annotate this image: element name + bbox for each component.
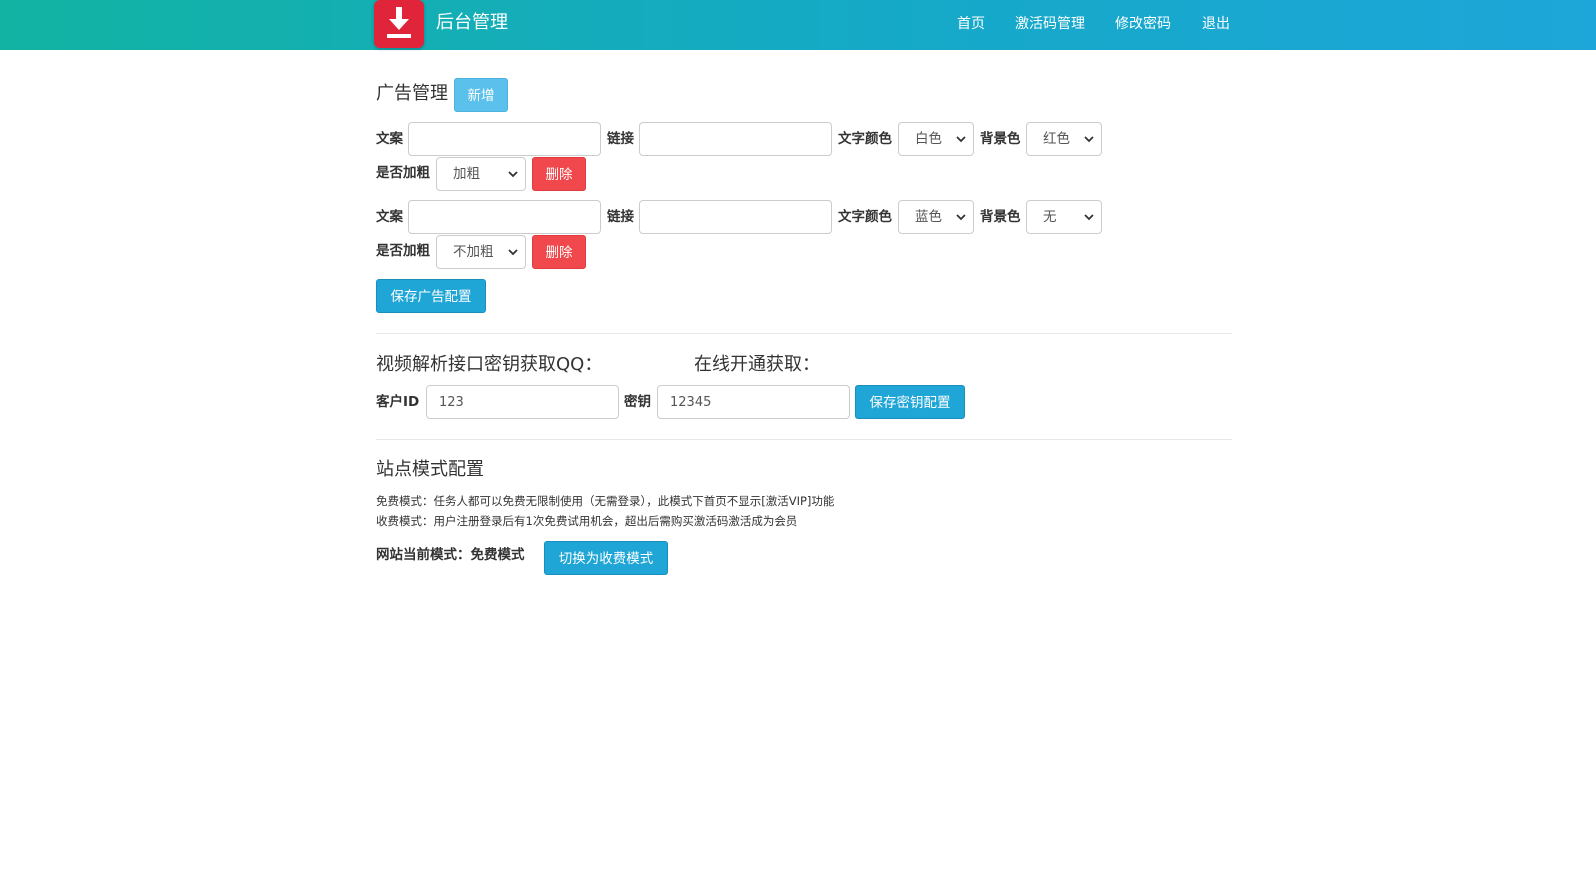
brand-title: 后台管理 — [436, 12, 508, 33]
ad-text-label: 文案 — [376, 209, 403, 225]
nav-change-password[interactable]: 修改密码 — [1115, 15, 1171, 33]
ad-bg-color-select[interactable]: 无 — [1026, 200, 1102, 234]
selected-value: 不加粗 — [453, 244, 494, 260]
key-input[interactable] — [657, 385, 850, 419]
ad-bold-label: 是否加粗 — [376, 165, 430, 181]
ads-section-title: 广告管理 — [376, 83, 448, 104]
current-mode-label: 网站当前模式：免费模式 — [376, 547, 525, 563]
ad-text-input[interactable] — [408, 200, 601, 234]
api-qq-title: 视频解析接口密钥获取QQ： — [376, 354, 603, 375]
chevron-down-icon — [956, 214, 966, 221]
logo[interactable] — [374, 0, 424, 48]
ad-bg-color-label: 背景色 — [980, 131, 1021, 147]
section-divider — [376, 333, 1232, 334]
ad-link-input[interactable] — [639, 200, 832, 234]
paid-mode-description: 收费模式：用户注册登录后有1次免费试用机会，超出后需购买激活码激活成为会员 — [376, 514, 798, 528]
chevron-down-icon — [1084, 214, 1094, 221]
nav-activation-codes[interactable]: 激活码管理 — [1015, 15, 1085, 33]
chevron-down-icon — [1084, 136, 1094, 143]
ad-bold-select[interactable]: 加粗 — [436, 157, 526, 191]
ad-bg-color-label: 背景色 — [980, 209, 1021, 225]
api-online-title: 在线开通获取： — [694, 354, 820, 375]
chevron-down-icon — [508, 171, 518, 178]
delete-ad-button[interactable]: 删除 — [532, 157, 586, 191]
selected-value: 无 — [1043, 209, 1057, 225]
mode-section-title: 站点模式配置 — [376, 459, 484, 480]
client-id-input[interactable] — [426, 385, 619, 419]
section-divider — [376, 439, 1232, 440]
download-icon — [387, 7, 411, 38]
nav-logout[interactable]: 退出 — [1202, 15, 1230, 33]
top-navbar: 后台管理 首页 激活码管理 修改密码 退出 — [0, 0, 1596, 50]
nav-home[interactable]: 首页 — [957, 15, 985, 33]
delete-ad-button[interactable]: 删除 — [532, 235, 586, 269]
selected-value: 白色 — [915, 131, 942, 147]
selected-value: 蓝色 — [915, 209, 942, 225]
ad-text-label: 文案 — [376, 131, 403, 147]
ad-link-label: 链接 — [607, 131, 634, 147]
add-ad-button[interactable]: 新增 — [454, 78, 508, 112]
client-id-label: 客户ID — [376, 394, 420, 410]
ad-text-color-select[interactable]: 白色 — [898, 122, 974, 156]
ad-link-input[interactable] — [639, 122, 832, 156]
chevron-down-icon — [508, 249, 518, 256]
ad-text-color-label: 文字颜色 — [838, 209, 892, 225]
ad-bold-label: 是否加粗 — [376, 243, 430, 259]
selected-value: 加粗 — [453, 166, 480, 182]
ad-bold-select[interactable]: 不加粗 — [436, 235, 526, 269]
key-label: 密钥 — [624, 394, 651, 410]
chevron-down-icon — [956, 136, 966, 143]
ad-text-input[interactable] — [408, 122, 601, 156]
ad-link-label: 链接 — [607, 209, 634, 225]
save-ad-config-button[interactable]: 保存广告配置 — [376, 279, 486, 313]
selected-value: 红色 — [1043, 131, 1070, 147]
ad-text-color-label: 文字颜色 — [838, 131, 892, 147]
free-mode-description: 免费模式：任务人都可以免费无限制使用（无需登录），此模式下首页不显示[激活VIP… — [376, 494, 835, 508]
ad-text-color-select[interactable]: 蓝色 — [898, 200, 974, 234]
save-key-config-button[interactable]: 保存密钥配置 — [855, 385, 965, 419]
switch-mode-button[interactable]: 切换为收费模式 — [544, 541, 668, 575]
ad-bg-color-select[interactable]: 红色 — [1026, 122, 1102, 156]
